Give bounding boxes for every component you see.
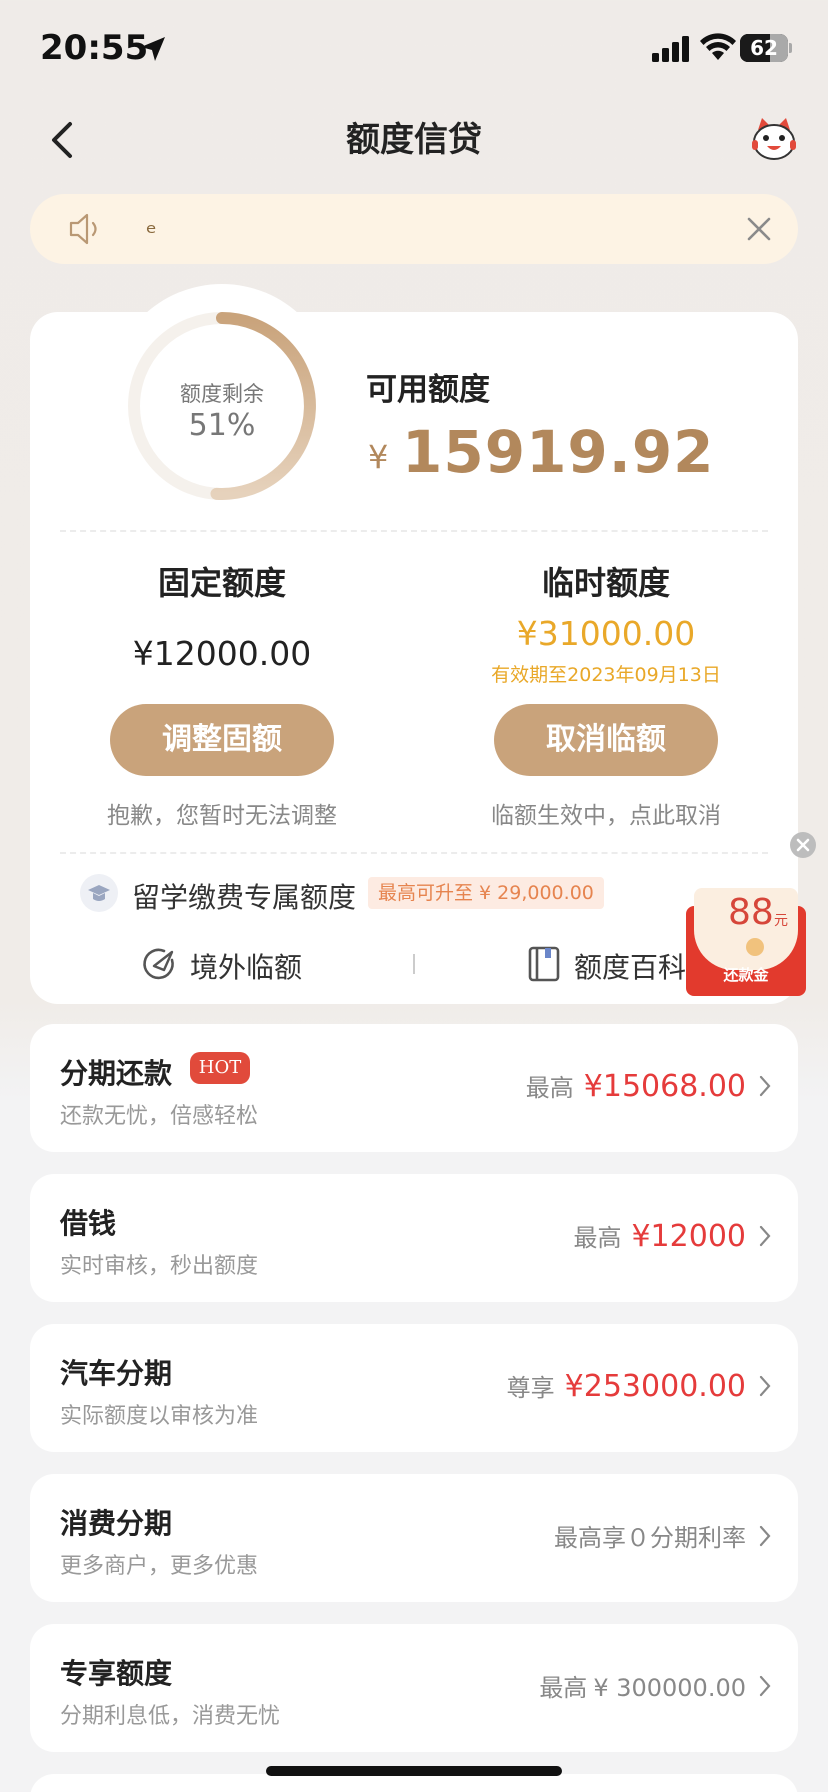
divider — [413, 954, 415, 974]
list-item-subtitle: 更多商户，更多优惠 — [60, 1554, 259, 1579]
list-item-installment-repay[interactable]: 分期还款 HOT 还款无忧，倍感轻松 最高 ¥15068.00 — [30, 1024, 798, 1152]
hot-badge: HOT — [190, 1052, 250, 1084]
list-item-title: 专享额度 — [60, 1657, 173, 1690]
list-item-value: 最高 ¥12000 — [573, 1219, 746, 1254]
list-item-value: 最高 ¥ 300000.00 — [539, 1674, 746, 1702]
status-time: 20:55 — [40, 28, 149, 68]
home-indicator — [266, 1766, 562, 1776]
repayment-red-packet[interactable]: 88 元 还款金 — [686, 888, 806, 996]
list-item-borrow[interactable]: 借钱 实时审核，秒出额度 最高 ¥12000 — [30, 1174, 798, 1302]
overseas-temp-quota-link[interactable]: 境外临额 — [190, 946, 302, 986]
close-packet-button[interactable] — [790, 832, 816, 858]
packet-unit: 元 — [774, 913, 788, 929]
status-bar: 20:55 62 — [0, 0, 828, 96]
list-item-consumer-installment[interactable]: 消费分期 更多商户，更多优惠 最高享０分期利率 — [30, 1474, 798, 1602]
coin-icon — [746, 938, 764, 956]
chevron-right-icon — [759, 1075, 771, 1097]
chevron-right-icon — [759, 1225, 771, 1247]
wifi-icon — [700, 33, 736, 60]
list-item-title: 借钱 — [60, 1207, 117, 1240]
quota-wiki-link[interactable]: 额度百科 — [574, 946, 686, 986]
list-item-subtitle: 分期利息低，消费无忧 — [60, 1704, 281, 1729]
divider — [60, 852, 768, 854]
packet-label: 还款金 — [723, 966, 769, 984]
chevron-right-icon — [759, 1525, 771, 1547]
cancel-temp-quota-button[interactable]: 取消临额 — [494, 704, 718, 776]
chevron-right-icon — [759, 1675, 771, 1697]
list-item-value: 尊享 ¥253000.00 — [506, 1369, 746, 1404]
battery-level: 62 — [750, 36, 778, 60]
fixed-quota-amount: ¥12000.00 — [132, 634, 312, 673]
divider — [60, 530, 768, 532]
speaker-icon — [69, 213, 97, 245]
study-quota-label[interactable]: 留学缴费专属额度 — [132, 876, 356, 916]
temp-quota-amount: ¥31000.00 — [516, 614, 696, 653]
list-item-value: 最高享０分期利率 — [554, 1524, 746, 1552]
available-currency: ¥ — [368, 438, 389, 476]
temp-quota-validity: 有效期至2023年09月13日 — [491, 664, 721, 686]
list-item-partial — [30, 1774, 798, 1792]
location-arrow-icon — [141, 37, 165, 61]
study-quota-badge: 最高可升至 ¥ 29,000.00 — [368, 877, 604, 909]
list-item-subtitle: 还款无忧，倍感轻松 — [60, 1104, 259, 1129]
temp-quota-note[interactable]: 临额生效中，点此取消 — [416, 796, 796, 830]
list-item-exclusive-quota[interactable]: 专享额度 分期利息低，消费无忧 最高 ¥ 300000.00 — [30, 1624, 798, 1752]
packet-amount: 88 — [728, 892, 774, 933]
list-item-subtitle: 实时审核，秒出额度 — [60, 1254, 259, 1279]
notice-text: ₑ — [146, 210, 157, 240]
notice-bar[interactable]: ₑ — [30, 194, 798, 264]
graduation-cap-icon — [80, 874, 118, 912]
close-icon — [796, 838, 810, 852]
list-item-value: 最高 ¥15068.00 — [525, 1069, 746, 1104]
temp-quota-title: 临时额度 — [541, 564, 670, 602]
adjust-fixed-quota-button[interactable]: 调整固额 — [110, 704, 334, 776]
list-item-subtitle: 实际额度以审核为准 — [60, 1404, 259, 1429]
list-item-title: 消费分期 — [60, 1507, 173, 1540]
list-item-title: 汽车分期 — [60, 1357, 173, 1390]
fixed-quota-title: 固定额度 — [157, 564, 286, 602]
close-notice-icon[interactable] — [746, 216, 772, 242]
mascot-service-icon[interactable] — [750, 116, 798, 162]
overseas-plane-icon — [143, 948, 174, 980]
chevron-right-icon — [759, 1375, 771, 1397]
list-item-car-installment[interactable]: 汽车分期 实际额度以审核为准 尊享 ¥253000.00 — [30, 1324, 798, 1452]
fixed-quota-note: 抱歉，您暂时无法调整 — [107, 803, 337, 829]
cellular-signal-icon — [652, 36, 689, 62]
available-quota-amount: 15919.92 — [402, 418, 715, 486]
list-item-title: 分期还款 — [60, 1057, 173, 1090]
page-title: 额度信贷 — [346, 120, 482, 160]
available-quota-label: 可用额度 — [366, 372, 490, 408]
battery-indicator: 62 — [740, 34, 792, 62]
ring-label: 额度剩余 — [180, 382, 264, 406]
ring-percent: 51% — [188, 408, 256, 443]
book-icon — [528, 946, 560, 982]
